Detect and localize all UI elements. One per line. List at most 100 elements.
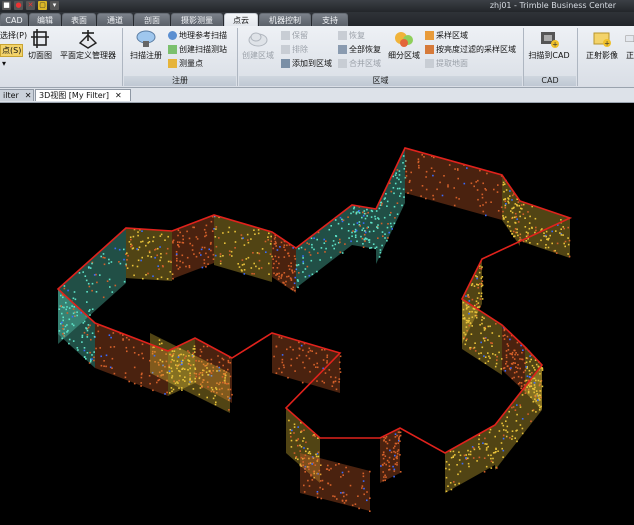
- cloud-point: [83, 320, 86, 323]
- cloud-point: [199, 387, 202, 389]
- tab-machine-control[interactable]: 机器控制: [259, 13, 311, 26]
- 3d-viewport[interactable]: [0, 103, 634, 525]
- window-icon[interactable]: ▢: [38, 1, 47, 10]
- restore-button[interactable]: 恢复: [338, 30, 365, 41]
- cloud-point: [288, 268, 291, 270]
- cloud-point: [489, 325, 491, 328]
- cloud-point: [498, 351, 500, 354]
- cloud-point: [448, 468, 451, 471]
- cloud-point: [504, 200, 507, 202]
- cloud-point: [399, 454, 401, 456]
- add-to-region-button[interactable]: 添加到区域: [281, 58, 332, 69]
- cloud-point: [181, 363, 183, 366]
- extract-ground-button[interactable]: 提取地面: [425, 58, 468, 69]
- cloud-point: [511, 207, 513, 210]
- create-region-button[interactable]: 创建区域: [240, 29, 276, 60]
- cloud-point: [342, 492, 344, 494]
- dropdown-icon[interactable]: ▾: [50, 1, 59, 10]
- sample-region-button[interactable]: 采样区域: [425, 30, 468, 41]
- cloud-point: [210, 220, 213, 223]
- save-icon[interactable]: ■: [2, 1, 11, 10]
- tab-edit[interactable]: 编辑: [29, 13, 61, 26]
- scan-to-cad-button[interactable]: + 扫描到CAD: [526, 29, 572, 60]
- cloud-point: [62, 328, 64, 330]
- cloud-point: [392, 447, 395, 449]
- cloud-point: [495, 323, 497, 325]
- cloud-point: [196, 238, 199, 240]
- cloud-point: [524, 388, 527, 390]
- cloud-point: [530, 358, 532, 361]
- plane-manager-button[interactable]: 平面定义管理器: [58, 29, 118, 60]
- close-icon[interactable]: ✕: [25, 91, 32, 100]
- cloud-point: [401, 204, 403, 207]
- cloud-point: [517, 234, 519, 237]
- cloud-point: [85, 327, 87, 329]
- tab-cad[interactable]: CAD: [0, 13, 28, 26]
- create-station-button[interactable]: 创建扫描测站: [168, 44, 227, 55]
- cloud-point: [290, 364, 292, 367]
- point-cloud-scene[interactable]: [0, 103, 634, 525]
- tab-corridor[interactable]: 通道: [97, 13, 133, 26]
- cloud-point: [551, 242, 553, 245]
- cloud-point: [296, 264, 298, 267]
- cloud-point: [258, 252, 261, 255]
- tab-photogrammetry[interactable]: 摄影测量: [171, 13, 223, 26]
- cloud-point: [152, 275, 154, 277]
- cloud-point: [539, 394, 542, 397]
- cloud-point: [292, 348, 294, 351]
- tab-point-cloud[interactable]: 点云: [224, 13, 258, 27]
- cloud-point: [380, 201, 382, 204]
- cloud-point: [520, 344, 522, 347]
- section-view-button[interactable]: 切面图: [24, 29, 56, 60]
- cloud-point: [199, 355, 202, 357]
- tab-surface[interactable]: 表面: [62, 13, 96, 26]
- exclude-button[interactable]: 排除: [281, 44, 308, 55]
- cloud-point: [102, 253, 105, 255]
- cloud-point: [160, 276, 163, 279]
- cloud-point: [382, 453, 385, 456]
- cloud-point: [476, 297, 479, 299]
- tab-support[interactable]: 支持: [312, 13, 348, 26]
- cloud-point: [188, 265, 191, 267]
- cloud-point: [363, 230, 366, 232]
- cloud-point: [396, 177, 398, 179]
- doc-tab-filter[interactable]: ilter ✕: [0, 89, 34, 101]
- cloud-point: [136, 248, 138, 250]
- record-icon[interactable]: ●: [14, 1, 23, 10]
- georef-scan-button[interactable]: 地理参考扫描: [168, 30, 227, 41]
- keep-button[interactable]: 保留: [281, 30, 308, 41]
- filtered-sample-button[interactable]: 按亮度过滤的采样区域: [425, 44, 516, 55]
- cloud-point: [132, 247, 135, 249]
- more-dropdown[interactable]: ▾: [2, 58, 6, 69]
- close-icon[interactable]: ✕: [115, 91, 122, 100]
- cloud-point: [517, 201, 520, 203]
- title-bar: ■ ● ✕ ▢ ▾ zhj01 - Trimble Business Cente…: [0, 0, 634, 12]
- cloud-point: [478, 357, 481, 360]
- cloud-point: [186, 230, 188, 233]
- cloud-point: [206, 359, 209, 361]
- cloud-point: [274, 236, 277, 239]
- segment-region-button[interactable]: 细分区域: [386, 29, 422, 60]
- cloud-point: [292, 286, 295, 289]
- measure-point-button[interactable]: 测量点: [168, 58, 203, 69]
- cloud-point: [505, 363, 507, 365]
- cloud-point: [158, 268, 160, 270]
- restore-all-button[interactable]: 全部恢复: [338, 44, 381, 55]
- merge-region-button[interactable]: 合并区域: [338, 58, 381, 69]
- point-select-button[interactable]: 点(S): [0, 44, 24, 57]
- cloud-point: [290, 358, 293, 361]
- cloud-point: [475, 316, 478, 319]
- cloud-point: [471, 298, 474, 301]
- cloud-point: [316, 496, 319, 499]
- tab-section[interactable]: 剖面: [134, 13, 170, 26]
- scan-register-button[interactable]: 扫描注册: [128, 29, 164, 60]
- cloud-point: [511, 353, 513, 356]
- next-button-cut[interactable]: 正: [624, 29, 634, 60]
- cloud-point: [300, 344, 303, 347]
- cloud-point: [141, 230, 143, 232]
- orthophoto-button[interactable]: + 正射影像: [582, 29, 622, 60]
- doc-tab-3d-view[interactable]: 3D视图 [My Filter] ✕: [35, 89, 131, 101]
- cloud-point: [297, 458, 299, 461]
- close-icon[interactable]: ✕: [26, 1, 35, 10]
- cloud-point: [315, 455, 318, 458]
